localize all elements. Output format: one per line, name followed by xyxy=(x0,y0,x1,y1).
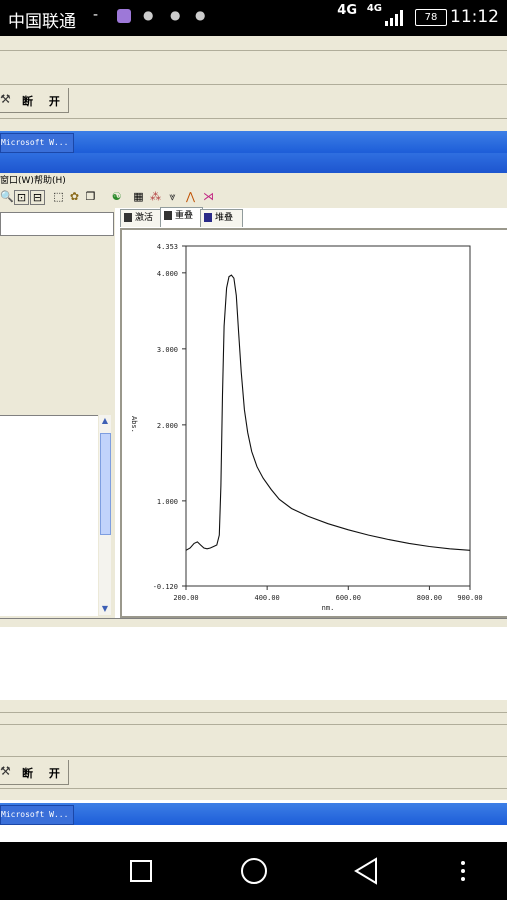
divider xyxy=(0,724,507,725)
table-icon[interactable]: ▦ xyxy=(132,190,145,203)
disconnect-label: 断 开 xyxy=(22,95,66,108)
peaks-icon[interactable]: ⩔ xyxy=(166,190,179,203)
x-tick-label: 400.00 xyxy=(254,594,279,602)
y-tick-label: 4.000 xyxy=(157,270,178,278)
bottom-window-panel xyxy=(0,700,507,800)
tab-icon xyxy=(204,213,212,222)
spectrum-plot-frame: 4.353 4.000 3.000 2.000 1.000 -0.120 200.00 400… xyxy=(120,228,507,618)
separator-text: - xyxy=(93,7,99,23)
peak-label-icon[interactable]: ⁂ xyxy=(149,190,162,203)
android-status-bar: 中国联通 - ● ● ● 4G 4G 78 11:12 xyxy=(0,0,507,36)
tab-stack[interactable]: 堆叠 xyxy=(200,209,243,227)
spectrum-icon[interactable]: ⋀ xyxy=(184,190,197,203)
network-4g-secondary-icon: 4G xyxy=(366,3,382,14)
taskbar-item[interactable]: Microsoft W... xyxy=(0,805,74,825)
refresh-icon[interactable]: ☯ xyxy=(110,190,123,203)
taskbar-bottom: Microsoft W... xyxy=(0,803,507,825)
divider xyxy=(0,712,507,713)
tab-overlay[interactable]: 重叠 xyxy=(160,207,203,227)
battery-indicator: 78 xyxy=(415,9,447,26)
menu-bar: 窗口(W) 帮助(H) xyxy=(0,173,507,186)
y-tick-label: 1.000 xyxy=(157,498,178,506)
zoom-region-icon[interactable]: ⊡ xyxy=(14,190,29,205)
left-list xyxy=(0,415,98,616)
scroll-thumb[interactable] xyxy=(100,433,111,535)
tab-active[interactable]: 激活 xyxy=(120,209,163,227)
taskbar: Microsoft W... xyxy=(0,131,507,153)
y-tick-label: 2.000 xyxy=(157,422,178,430)
spectrum-series-line xyxy=(185,274,471,551)
signal-bars-icon xyxy=(385,10,403,26)
select-icon[interactable]: ⬚ xyxy=(52,190,65,203)
android-nav-bar xyxy=(0,842,507,900)
divider xyxy=(0,50,507,51)
peak-pick-icon[interactable]: ✿ xyxy=(68,190,81,203)
recent-apps-icon[interactable] xyxy=(129,859,153,883)
scroll-down-icon[interactable]: ▼ xyxy=(99,603,111,615)
disconnect-button[interactable]: ⚒ 断 开 xyxy=(0,88,69,113)
disconnect-icon: ⚒ xyxy=(0,92,11,106)
divider xyxy=(0,788,507,789)
disconnect-label: 断 开 xyxy=(22,767,66,780)
tab-label: 重叠 xyxy=(175,211,194,221)
tab-label: 激活 xyxy=(135,213,154,223)
notification-icon-1: ● xyxy=(143,8,154,22)
y-tick-label: 3.000 xyxy=(157,346,178,354)
y-axis-label: Abs. xyxy=(130,416,138,433)
clock: 11:12 xyxy=(450,7,499,27)
disconnect-icon: ⚒ xyxy=(0,764,11,778)
derivative-icon[interactable]: ⋊ xyxy=(202,190,215,203)
zoom-in-icon[interactable]: 🔍 xyxy=(0,190,14,203)
zoom-out-icon[interactable]: ⊟ xyxy=(30,190,45,205)
y-tick-label: -0.120 xyxy=(153,583,178,591)
taskbar-item[interactable]: Microsoft W... xyxy=(0,133,74,153)
tab-label: 堆叠 xyxy=(215,213,234,223)
copy-icon[interactable]: ❐ xyxy=(84,190,97,203)
lower-divider xyxy=(0,618,507,627)
spectrum-chart: 4.353 4.000 3.000 2.000 1.000 -0.120 200.00 400… xyxy=(130,243,483,612)
x-axis-label: nm. xyxy=(322,604,335,612)
x-tick-label: 600.00 xyxy=(336,594,361,602)
app-notification-icon xyxy=(117,9,131,23)
divider xyxy=(0,756,507,757)
carrier-name: 中国联通 xyxy=(8,12,76,32)
plot-area-border xyxy=(185,245,471,587)
menu-window[interactable]: 窗口(W) xyxy=(0,173,34,186)
back-icon[interactable] xyxy=(353,857,379,885)
left-scrollbar[interactable]: ▲ ▼ xyxy=(99,415,111,615)
disconnect-button-bottom[interactable]: ⚒ 断 开 xyxy=(0,760,69,785)
divider xyxy=(0,84,507,85)
home-icon[interactable] xyxy=(240,857,268,885)
notification-icon-3: ● xyxy=(195,8,206,22)
scroll-up-icon[interactable]: ▲ xyxy=(99,415,111,427)
notification-icon-2: ● xyxy=(170,8,181,22)
y-tick-label: 4.353 xyxy=(157,243,178,251)
x-tick-label: 800.00 xyxy=(417,594,442,602)
tab-icon xyxy=(164,211,172,220)
x-tick-label: 900.00 xyxy=(457,594,482,602)
tab-icon xyxy=(124,213,132,222)
left-list-header xyxy=(0,212,114,236)
network-4g-icon: 4G xyxy=(337,3,357,18)
window-title-bar xyxy=(0,153,507,173)
menu-help[interactable]: 帮助(H) xyxy=(34,173,66,186)
menu-dots-icon[interactable] xyxy=(458,859,468,883)
x-tick-label: 200.00 xyxy=(173,594,198,602)
divider xyxy=(0,118,507,119)
